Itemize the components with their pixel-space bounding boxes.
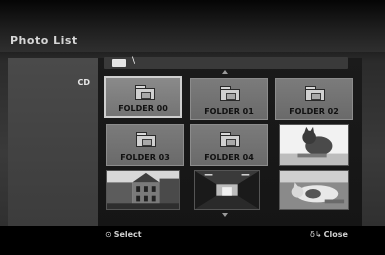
path-bar: \ [104, 56, 348, 69]
current-path: \ [132, 56, 136, 66]
select-button-icon: ⊙ [105, 230, 112, 239]
building-photo-thumbnail[interactable] [106, 170, 180, 210]
page-title: Photo List [10, 34, 78, 47]
title-bar: Photo List [0, 0, 385, 52]
folder-icon [305, 86, 325, 101]
cat-lying-photo-thumbnail[interactable] [279, 170, 349, 210]
return-button-icon: δ↳ [310, 230, 322, 239]
folder-label: FOLDER 02 [289, 107, 339, 116]
select-hint: ⊙ Select [105, 230, 142, 239]
folder-label: FOLDER 01 [204, 107, 254, 116]
folder-icon [135, 85, 155, 100]
photo-list-screen: Photo List CD \ FOLDER 00 FOLDER 01 FOLD… [0, 0, 385, 255]
disc-icon [112, 59, 126, 67]
source-cd-label[interactable]: CD [77, 78, 90, 87]
folder-icon [220, 132, 240, 147]
corridor-photo-thumbnail[interactable] [194, 170, 260, 210]
building-photo [107, 171, 179, 209]
folder-icon [136, 132, 156, 147]
cat-lying-photo [280, 171, 348, 209]
close-hint-label: Close [323, 230, 348, 239]
folder-tile[interactable]: FOLDER 02 [275, 78, 353, 120]
folder-tile[interactable]: FOLDER 00 [104, 76, 182, 118]
folder-tile[interactable]: FOLDER 04 [190, 124, 268, 166]
cat-photo-thumbnail[interactable] [279, 124, 349, 166]
folder-label: FOLDER 03 [120, 153, 170, 162]
source-panel: CD [8, 58, 98, 226]
folder-label: FOLDER 04 [204, 153, 254, 162]
folder-tile[interactable]: FOLDER 03 [106, 124, 184, 166]
corridor-photo [195, 171, 259, 209]
cat-photo [280, 125, 348, 165]
folder-icon [220, 86, 240, 101]
select-hint-label: Select [113, 230, 142, 239]
scroll-up-arrow-icon[interactable] [222, 70, 228, 74]
close-hint[interactable]: δ↳ Close [310, 230, 348, 239]
scroll-down-arrow-icon[interactable] [222, 213, 228, 217]
folder-label: FOLDER 00 [118, 104, 168, 113]
folder-tile[interactable]: FOLDER 01 [190, 78, 268, 120]
